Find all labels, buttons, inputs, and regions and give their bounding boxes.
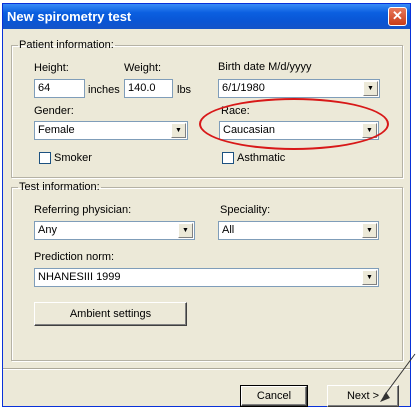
- chevron-down-icon[interactable]: ▼: [362, 270, 377, 285]
- dialog-window: New spirometry test ✕ Patient informatio…: [2, 3, 411, 407]
- patient-information-legend: Patient information:: [19, 39, 114, 51]
- gender-value: Female: [38, 124, 75, 136]
- race-label: Race:: [221, 105, 250, 117]
- chevron-down-icon[interactable]: ▼: [178, 223, 193, 238]
- prediction-norm-label: Prediction norm:: [34, 251, 115, 263]
- cancel-button[interactable]: Cancel: [240, 385, 308, 407]
- referring-physician-label: Referring physician:: [34, 204, 132, 216]
- test-information-legend: Test information:: [19, 181, 100, 193]
- birth-date-picker[interactable]: 6/1/1980 ▼: [218, 79, 380, 98]
- smoker-label: Smoker: [54, 152, 92, 164]
- chevron-down-icon[interactable]: ▼: [363, 81, 378, 96]
- speciality-dropdown[interactable]: All ▼: [218, 221, 379, 240]
- weight-label: Weight:: [124, 62, 162, 74]
- height-label: Height:: [34, 62, 69, 74]
- smoker-checkbox[interactable]: [39, 152, 51, 164]
- height-unit: inches: [88, 84, 120, 96]
- speciality-label: Speciality:: [220, 204, 271, 216]
- ambient-settings-button[interactable]: Ambient settings: [34, 302, 187, 326]
- title-bar[interactable]: New spirometry test ✕: [3, 4, 410, 29]
- next-button[interactable]: Next >: [327, 385, 399, 407]
- referring-physician-value: Any: [38, 224, 57, 236]
- close-icon: ✕: [392, 8, 403, 23]
- height-input[interactable]: 64: [34, 79, 85, 98]
- race-dropdown[interactable]: Caucasian ▼: [219, 121, 379, 140]
- chevron-down-icon[interactable]: ▼: [362, 223, 377, 238]
- prediction-norm-dropdown[interactable]: NHANESIII 1999 ▼: [34, 268, 379, 287]
- race-value: Caucasian: [223, 124, 275, 136]
- weight-input[interactable]: 140.0: [124, 79, 173, 98]
- window-title: New spirometry test: [7, 9, 132, 24]
- asthmatic-checkbox[interactable]: [222, 152, 234, 164]
- speciality-value: All: [222, 224, 235, 236]
- birth-date-value: 6/1/1980: [222, 82, 265, 94]
- prediction-norm-value: NHANESIII 1999: [38, 271, 121, 283]
- chevron-down-icon[interactable]: ▼: [171, 123, 186, 138]
- referring-physician-dropdown[interactable]: Any ▼: [34, 221, 195, 240]
- gender-dropdown[interactable]: Female ▼: [34, 121, 188, 140]
- footer-separator: [3, 368, 410, 370]
- birth-date-label: Birth date M/d/yyyy: [218, 61, 312, 73]
- asthmatic-label: Asthmatic: [237, 152, 286, 164]
- gender-label: Gender:: [34, 105, 74, 117]
- close-button[interactable]: ✕: [388, 7, 407, 26]
- chevron-down-icon[interactable]: ▼: [362, 123, 377, 138]
- weight-unit: lbs: [177, 84, 192, 96]
